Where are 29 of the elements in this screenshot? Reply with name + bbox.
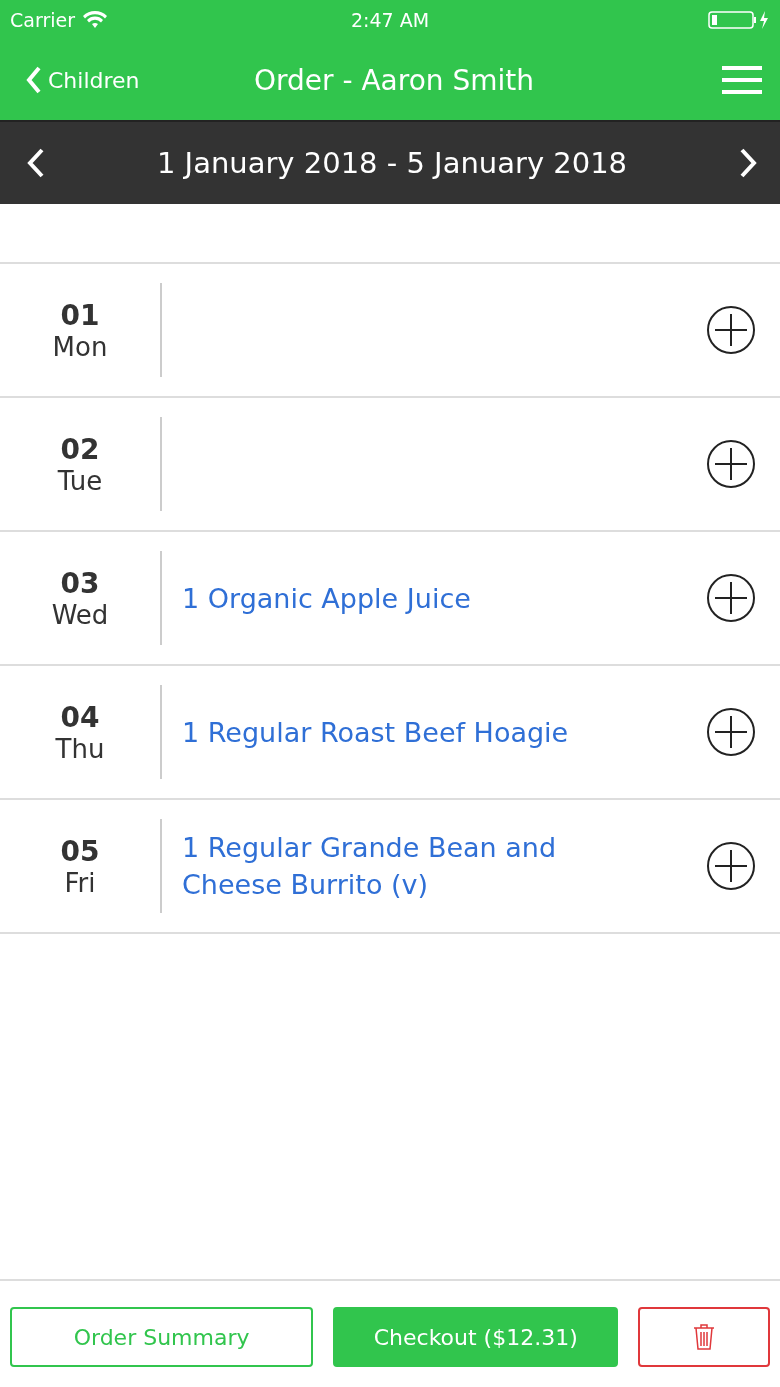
- add-icon[interactable]: [706, 573, 756, 623]
- order-item[interactable]: 1 Regular Roast Beef Hoagie: [182, 713, 582, 751]
- screen-title: Order - Aaron Smith: [254, 63, 534, 97]
- day-number: 05: [60, 834, 100, 868]
- trash-icon: [693, 1323, 716, 1351]
- add-icon[interactable]: [706, 439, 756, 489]
- add-icon[interactable]: [706, 841, 756, 891]
- weekday: Mon: [52, 331, 108, 362]
- battery-icon: [708, 10, 770, 30]
- week-range: 1 January 2018 - 5 January 2018: [156, 146, 628, 180]
- next-week-icon[interactable]: [738, 147, 758, 179]
- day-number: 02: [60, 432, 100, 466]
- day-number: 04: [60, 700, 100, 734]
- day-number: 03: [60, 566, 100, 600]
- weekday: Wed: [51, 599, 109, 630]
- day-number: 01: [60, 298, 100, 332]
- clock: 2:47 AM: [350, 9, 430, 31]
- delete-button[interactable]: [638, 1307, 770, 1367]
- order-item[interactable]: 1 Organic Apple Juice: [182, 579, 582, 617]
- order-item[interactable]: 1 Regular Grande Bean and Cheese Burrito (v): [182, 829, 582, 903]
- add-icon[interactable]: [706, 305, 756, 355]
- chevron-left-icon: [26, 65, 42, 95]
- weekday: Thu: [55, 733, 105, 764]
- weekday: Tue: [57, 465, 103, 496]
- wifi-icon: [83, 11, 107, 29]
- previous-week-icon[interactable]: [26, 147, 46, 179]
- carrier-label: Carrier: [10, 9, 75, 31]
- weekday: Fri: [64, 867, 96, 898]
- add-icon[interactable]: [706, 707, 756, 757]
